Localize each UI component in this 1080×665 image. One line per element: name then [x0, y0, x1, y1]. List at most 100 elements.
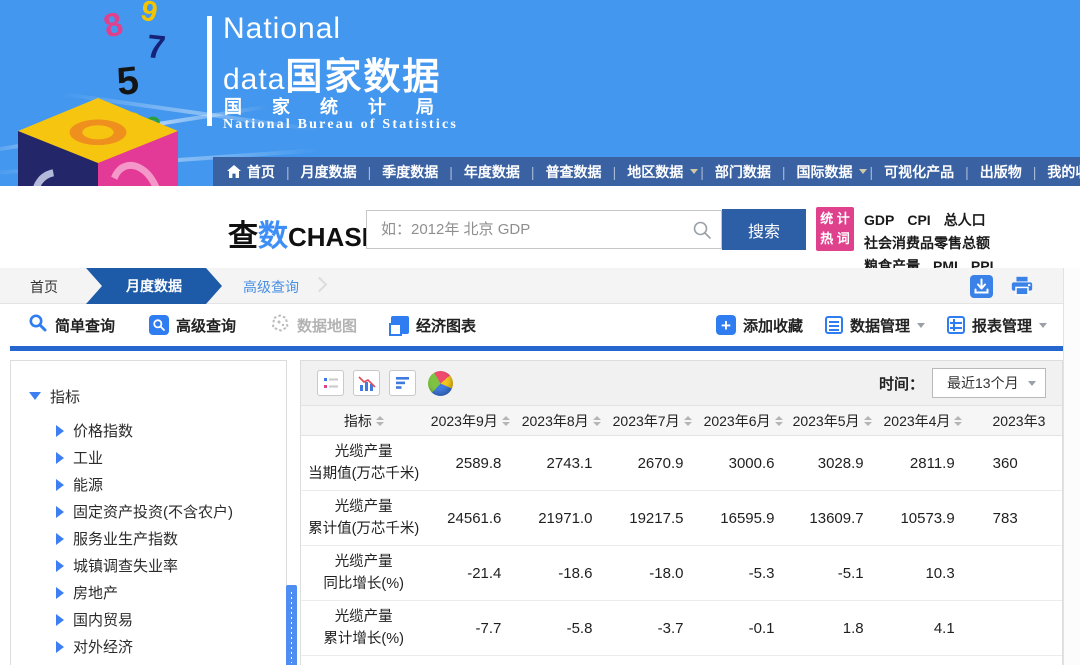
indicator-name-cell: 光缆产量同比增长(%): [301, 551, 426, 595]
value-cell: 19217.5: [608, 510, 699, 527]
value-cell: 10573.9: [880, 510, 971, 527]
sidebar-item-foreign-economy[interactable]: 对外经济: [56, 633, 286, 660]
column-header-month[interactable]: 2023年9月: [427, 411, 518, 431]
sort-icon: [593, 416, 601, 426]
print-button[interactable]: [1010, 274, 1034, 298]
table-view-button[interactable]: [317, 370, 344, 396]
nav-item-visualization[interactable]: 可视化产品: [873, 162, 969, 182]
hotword-retail-sales[interactable]: 社会消费品零售总额: [864, 235, 990, 251]
search-icon: [692, 220, 712, 245]
search-icon: [28, 313, 48, 337]
column-header-month[interactable]: 2023年7月: [609, 411, 700, 431]
column-header-indicator[interactable]: 指标: [301, 411, 427, 431]
table-row: 光缆产量累计增长(%) -7.7 -5.8 -3.7 -0.1 1.8 4.1: [301, 601, 1062, 656]
sidebar-item-fixed-investment[interactable]: 固定资产投资(不含农户): [56, 498, 286, 525]
value-cell: 16595.9: [699, 510, 790, 527]
indicator-name-cell: 光缆产量当期值(万芯千米): [301, 441, 426, 485]
sidebar-item-unemployment[interactable]: 城镇调查失业率: [56, 552, 286, 579]
nav-label: 出版物: [969, 162, 1033, 182]
report-manage-button[interactable]: 报表管理: [947, 315, 1047, 336]
nav-label: 首页: [236, 162, 286, 182]
breadcrumb-home[interactable]: 首页: [30, 277, 58, 297]
nav-item-publications[interactable]: 出版物: [969, 162, 1037, 182]
pie-chart-view-button[interactable]: [428, 371, 453, 396]
search-input[interactable]: [379, 220, 687, 239]
brand-title-line2: data国家数据: [223, 46, 441, 100]
hotword-cpi[interactable]: CPI: [907, 212, 930, 228]
panel-resize-handle[interactable]: [286, 585, 297, 665]
nav-label: 我的收藏: [1036, 162, 1080, 182]
search-button[interactable]: 搜索: [722, 209, 806, 250]
add-favorite-button[interactable]: + 添加收藏: [716, 315, 803, 336]
table-controls: 时间： 最近13个月: [301, 361, 1062, 406]
nav-label: 普查数据: [535, 162, 613, 182]
toolbar-right-group: + 添加收藏 数据管理 报表管理: [716, 315, 1063, 336]
nav-label: 地区数据: [616, 162, 694, 182]
bar-chart-view-button[interactable]: [389, 370, 416, 396]
simple-query-button[interactable]: 简单查询: [28, 313, 115, 337]
nav-label: 月度数据: [290, 162, 368, 182]
breadcrumb-current-advanced-query[interactable]: 高级查询: [243, 277, 299, 297]
column-header-month[interactable]: 2023年6月: [700, 411, 791, 431]
column-header-month[interactable]: 2023年8月: [518, 411, 609, 431]
line-chart-view-button[interactable]: [353, 370, 380, 396]
nav-item-home[interactable]: 首页: [227, 162, 290, 182]
chevron-down-icon: [917, 323, 925, 332]
sort-icon: [684, 416, 692, 426]
advanced-search-icon: [149, 315, 169, 335]
nav-item-quarterly-data[interactable]: 季度数据: [371, 162, 453, 182]
nav-item-yearly-data[interactable]: 年度数据: [453, 162, 535, 182]
nav-item-favorites[interactable]: 我的收藏: [1036, 162, 1080, 182]
triangle-down-icon: [29, 392, 41, 400]
nav-label: 季度数据: [371, 162, 449, 182]
download-button[interactable]: [969, 274, 993, 298]
sort-icon: [954, 416, 962, 426]
hot-badge-line: 热 词: [816, 229, 854, 249]
nav-label: 国际数据: [785, 162, 863, 182]
indicator-name-cell: 光缆产量累计增长(%): [301, 606, 426, 650]
nav-item-census-data[interactable]: 普查数据: [535, 162, 617, 182]
sidebar-item-industry[interactable]: 工业: [56, 444, 286, 471]
hot-words-badge: 统 计 热 词: [816, 207, 854, 251]
column-header-month[interactable]: 2023年4月: [880, 411, 971, 431]
nav-item-monthly-data[interactable]: 月度数据: [290, 162, 372, 182]
data-map-button[interactable]: 数据地图: [270, 313, 357, 337]
econ-charts-button[interactable]: 经济图表: [391, 315, 476, 336]
value-cell: 2811.9: [880, 455, 971, 472]
scrollbar-gutter[interactable]: [1063, 268, 1080, 665]
logo-number: 8: [100, 6, 126, 42]
sidebar-item-energy[interactable]: 能源: [56, 471, 286, 498]
hotword-population[interactable]: 总人口: [944, 212, 986, 228]
value-cell: -5.8: [517, 620, 608, 637]
nav-item-department-data[interactable]: 部门数据: [704, 162, 786, 182]
sidebar-item-transport[interactable]: 交通运输: [56, 660, 286, 665]
value-cell: 24561.6: [426, 510, 517, 527]
nav-item-regional-data[interactable]: 地区数据: [616, 162, 704, 182]
advanced-query-button[interactable]: 高级查询: [149, 315, 236, 336]
time-range-select[interactable]: 最近13个月: [932, 368, 1046, 398]
sidebar-item-price-index[interactable]: 价格指数: [56, 417, 286, 444]
data-manage-button[interactable]: 数据管理: [825, 315, 925, 336]
column-header-month[interactable]: 2023年5月: [791, 411, 880, 431]
breadcrumb-tab-monthly-data[interactable]: 月度数据: [86, 268, 222, 304]
hotword-gdp[interactable]: GDP: [864, 212, 894, 228]
nav-label: 年度数据: [453, 162, 531, 182]
sidebar-item-domestic-trade[interactable]: 国内贸易: [56, 606, 286, 633]
hot-words-line1: GDP CPI 总人口社会消费品零售总额: [864, 209, 1078, 255]
cube-decoration: [22, 159, 92, 186]
sidebar-item-services-index[interactable]: 服务业生产指数: [56, 525, 286, 552]
list-icon: [825, 316, 843, 334]
nav-item-international-data[interactable]: 国际数据: [785, 162, 873, 182]
sort-icon: [775, 416, 783, 426]
value-cell: 2743.1: [517, 455, 608, 472]
sidebar-item-label: 价格指数: [73, 420, 133, 441]
value-cell: -5.3: [699, 565, 790, 582]
column-header-month-partial[interactable]: 2023年3: [970, 411, 1062, 431]
add-favorite-label: 添加收藏: [743, 315, 803, 336]
sidebar-item-real-estate[interactable]: 房地产: [56, 579, 286, 606]
bureau-name-cn: 国家统计局: [224, 93, 464, 119]
search-box: [366, 210, 722, 249]
sidebar-item-label: 国内贸易: [73, 609, 133, 630]
sidebar-root-indicators[interactable]: 指标: [29, 381, 286, 411]
advanced-query-label: 高级查询: [176, 315, 236, 336]
